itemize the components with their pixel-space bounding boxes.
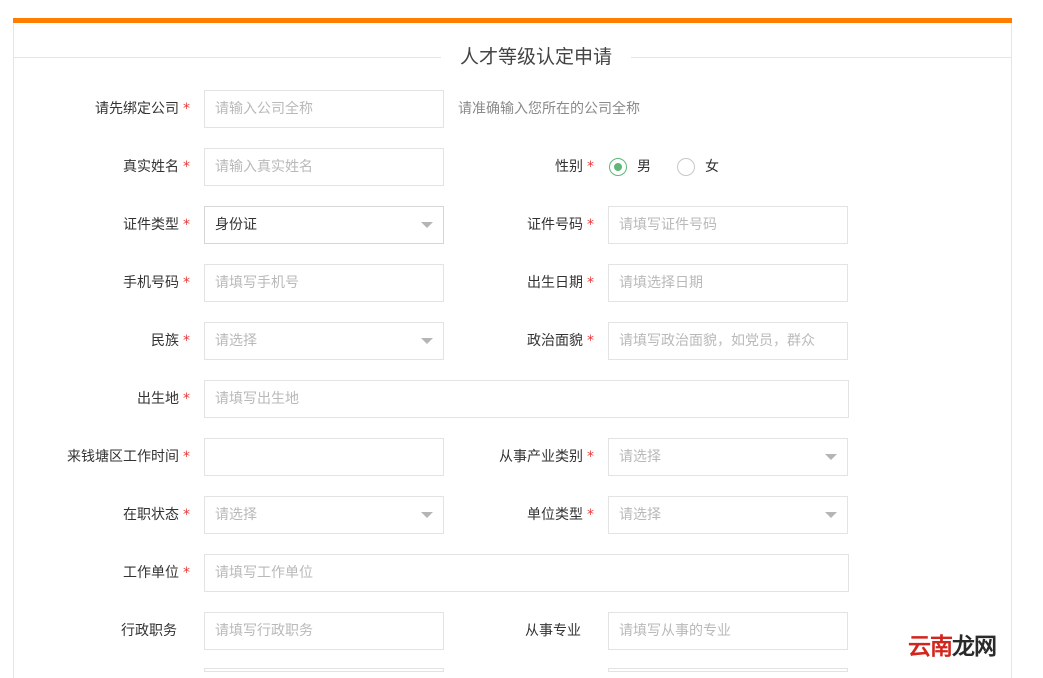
admin-post-label: 行政职务 bbox=[10, 612, 190, 650]
gender-label: 性别 * bbox=[414, 148, 594, 186]
unit-type-label: 单位类型 * bbox=[414, 496, 594, 534]
political-input[interactable]: 请填写政治面貌，如党员，群众 bbox=[608, 322, 848, 360]
phone-input[interactable]: 请填写手机号 bbox=[204, 264, 444, 302]
site-watermark-logo: 云南龙网 bbox=[908, 627, 997, 661]
specialty-label: 从事专业 bbox=[414, 612, 594, 650]
next-field-input-partial[interactable] bbox=[204, 668, 444, 672]
required-mark: * bbox=[587, 333, 594, 349]
specialty-input[interactable]: 请填写从事的专业 bbox=[608, 612, 848, 650]
watermark-part2: 龙网 bbox=[952, 633, 997, 660]
gender-male-label[interactable]: 男 bbox=[637, 157, 651, 177]
required-mark: * bbox=[183, 333, 190, 349]
required-mark: * bbox=[183, 507, 190, 523]
required-mark: * bbox=[587, 159, 594, 175]
ethnicity-label: 民族 * bbox=[10, 322, 190, 360]
work-time-label-text: 来钱塘区工作时间 bbox=[67, 449, 179, 465]
industry-placeholder: 请选择 bbox=[619, 449, 661, 465]
required-mark: * bbox=[587, 449, 594, 465]
employer-label: 工作单位 * bbox=[10, 554, 190, 592]
company-hint: 请准确输入您所在的公司全称 bbox=[458, 101, 640, 117]
real-name-label-text: 真实姓名 bbox=[123, 159, 179, 175]
specialty-label-text: 从事专业 bbox=[525, 623, 581, 639]
job-status-placeholder: 请选择 bbox=[215, 507, 257, 523]
real-name-label: 真实姓名 * bbox=[10, 148, 190, 186]
ethnicity-label-text: 民族 bbox=[151, 333, 179, 349]
next-field-input-partial[interactable] bbox=[608, 668, 848, 672]
gender-label-text: 性别 bbox=[555, 159, 583, 175]
birthplace-label-text: 出生地 bbox=[137, 391, 179, 407]
required-mark: * bbox=[183, 449, 190, 465]
accent-bar bbox=[13, 18, 1012, 23]
id-number-label-text: 证件号码 bbox=[527, 217, 583, 233]
birth-date-label-text: 出生日期 bbox=[527, 275, 583, 291]
birth-date-input[interactable]: 请填选择日期 bbox=[608, 264, 848, 302]
gender-female-radio[interactable] bbox=[677, 158, 695, 176]
ethnicity-placeholder: 请选择 bbox=[215, 333, 257, 349]
required-mark: * bbox=[587, 275, 594, 291]
chevron-down-icon bbox=[825, 454, 837, 460]
id-type-value: 身份证 bbox=[215, 217, 257, 233]
birth-date-label: 出生日期 * bbox=[414, 264, 594, 302]
employer-label-text: 工作单位 bbox=[123, 565, 179, 581]
required-mark: * bbox=[183, 217, 190, 233]
admin-post-input[interactable]: 请填写行政职务 bbox=[204, 612, 444, 650]
work-time-input[interactable] bbox=[204, 438, 444, 476]
birthplace-label: 出生地 * bbox=[10, 380, 190, 418]
chevron-down-icon bbox=[825, 512, 837, 518]
required-mark: * bbox=[183, 159, 190, 175]
unit-type-placeholder: 请选择 bbox=[619, 507, 661, 523]
required-mark: * bbox=[183, 101, 190, 117]
radio-dot bbox=[614, 163, 622, 171]
unit-type-label-text: 单位类型 bbox=[527, 507, 583, 523]
required-mark: * bbox=[183, 391, 190, 407]
industry-select[interactable]: 请选择 bbox=[608, 438, 848, 476]
ethnicity-select[interactable]: 请选择 bbox=[204, 322, 444, 360]
job-status-select[interactable]: 请选择 bbox=[204, 496, 444, 534]
watermark-part1: 云南 bbox=[908, 633, 953, 660]
id-number-input[interactable]: 请填写证件号码 bbox=[608, 206, 848, 244]
id-type-select[interactable]: 身份证 bbox=[204, 206, 444, 244]
required-mark: * bbox=[587, 217, 594, 233]
id-number-label: 证件号码 * bbox=[414, 206, 594, 244]
required-mark: * bbox=[183, 275, 190, 291]
id-type-label-text: 证件类型 bbox=[123, 217, 179, 233]
company-label: 请先绑定公司 * bbox=[10, 90, 190, 128]
phone-label-text: 手机号码 bbox=[123, 275, 179, 291]
industry-label-text: 从事产业类别 bbox=[499, 449, 583, 465]
job-status-label-text: 在职状态 bbox=[123, 507, 179, 523]
required-mark: * bbox=[587, 507, 594, 523]
political-label: 政治面貌 * bbox=[414, 322, 594, 360]
gender-male-radio[interactable] bbox=[609, 158, 627, 176]
unit-type-select[interactable]: 请选择 bbox=[608, 496, 848, 534]
company-label-text: 请先绑定公司 bbox=[95, 101, 179, 117]
industry-label: 从事产业类别 * bbox=[414, 438, 594, 476]
job-status-label: 在职状态 * bbox=[10, 496, 190, 534]
work-time-label: 来钱塘区工作时间 * bbox=[10, 438, 190, 476]
gender-female-label[interactable]: 女 bbox=[705, 157, 719, 177]
company-input[interactable]: 请输入公司全称 bbox=[204, 90, 444, 128]
political-label-text: 政治面貌 bbox=[527, 333, 583, 349]
admin-post-label-text: 行政职务 bbox=[121, 623, 177, 639]
id-type-label: 证件类型 * bbox=[10, 206, 190, 244]
required-mark: * bbox=[183, 565, 190, 581]
employer-input[interactable]: 请填写工作单位 bbox=[204, 554, 849, 592]
phone-label: 手机号码 * bbox=[10, 264, 190, 302]
real-name-input[interactable]: 请输入真实姓名 bbox=[204, 148, 444, 186]
birthplace-input[interactable]: 请填写出生地 bbox=[204, 380, 849, 418]
page-title: 人才等级认定申请 bbox=[441, 44, 631, 70]
